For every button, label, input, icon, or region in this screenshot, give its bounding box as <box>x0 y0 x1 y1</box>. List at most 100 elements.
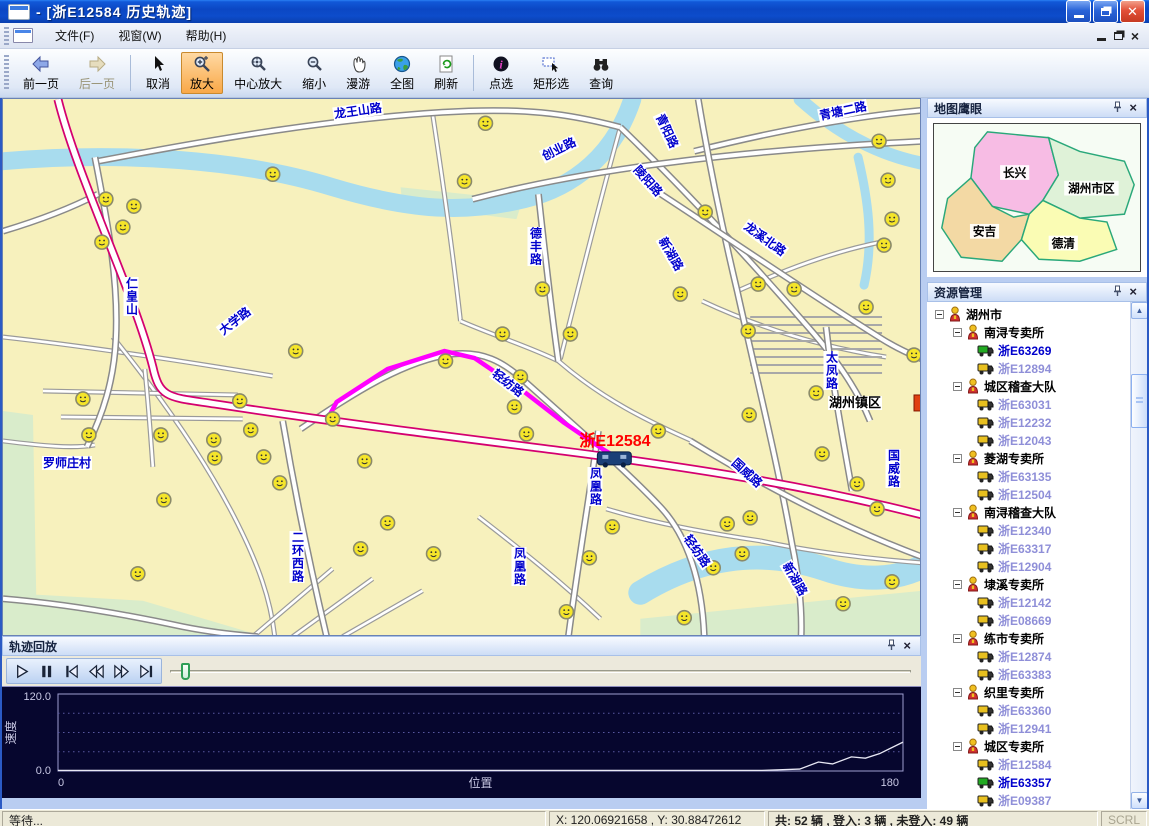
vehicle-marker[interactable] <box>326 412 340 426</box>
vehicle-marker[interactable] <box>95 235 109 249</box>
vehicle-marker[interactable] <box>381 516 395 530</box>
tree-vehicle-label[interactable]: 浙E12340 <box>998 522 1051 539</box>
vehicle-marker[interactable] <box>881 173 895 187</box>
tree-vehicle-label[interactable]: 浙E12904 <box>998 558 1051 575</box>
mdi-minimize-icon[interactable] <box>1097 38 1106 41</box>
tree-root-label[interactable]: 湖州市 <box>966 306 1002 323</box>
tree-group-label[interactable]: 练市专卖所 <box>984 630 1044 647</box>
toolbar-grip[interactable] <box>4 55 9 91</box>
tree-expander-icon[interactable] <box>935 310 944 319</box>
toolbar-button-globe[interactable]: 全图 <box>381 52 423 94</box>
tree-expander-icon[interactable] <box>953 580 962 589</box>
vehicle-marker[interactable] <box>257 450 271 464</box>
tree-vehicle-label[interactable]: 浙E63317 <box>998 540 1051 557</box>
vehicle-marker[interactable] <box>207 433 221 447</box>
tree-vehicle-label[interactable]: 浙E12894 <box>998 360 1051 377</box>
vehicle-marker[interactable] <box>458 174 472 188</box>
vehicle-marker[interactable] <box>519 427 533 441</box>
tree-vehicle-label[interactable]: 浙E08669 <box>998 612 1051 629</box>
tree-vehicle-label[interactable]: 浙E12142 <box>998 594 1051 611</box>
vehicle-marker[interactable] <box>872 134 886 148</box>
tree-vehicle-label[interactable]: 浙E12584 <box>998 756 1051 773</box>
tree-expander-icon[interactable] <box>953 382 962 391</box>
playback-fast-forward-button[interactable] <box>109 660 134 682</box>
mdi-restore-icon[interactable] <box>1114 32 1123 40</box>
vehicle-marker[interactable] <box>535 282 549 296</box>
tree-expander-icon[interactable] <box>953 454 962 463</box>
vehicle-marker[interactable] <box>877 238 891 252</box>
vehicle-marker[interactable] <box>76 392 90 406</box>
vehicle-marker[interactable] <box>582 551 596 565</box>
tree-expander-icon[interactable] <box>953 742 962 751</box>
vehicle-marker[interactable] <box>673 287 687 301</box>
playback-slider[interactable] <box>166 658 913 684</box>
toolbar-button-binoculars[interactable]: 查询 <box>580 52 622 94</box>
scroll-up-icon[interactable]: ▲ <box>1131 302 1147 319</box>
vehicle-marker[interactable] <box>244 423 258 437</box>
toolbar-button-rect-select[interactable]: 矩形选 <box>524 52 578 94</box>
vehicle-marker[interactable] <box>116 220 130 234</box>
toolbar-button-hand[interactable]: 漫游 <box>337 52 379 94</box>
toolbar-button-cursor[interactable]: 取消 <box>137 52 179 94</box>
vehicle-marker[interactable] <box>478 116 492 130</box>
mdi-child-icon[interactable] <box>13 28 33 43</box>
tree-group-label[interactable]: 城区专卖所 <box>984 738 1044 755</box>
vehicle-marker[interactable] <box>859 300 873 314</box>
vehicle-marker[interactable] <box>208 451 222 465</box>
menu-window[interactable]: 视窗(W) <box>106 23 173 48</box>
close-button[interactable]: ✕ <box>1120 0 1145 23</box>
playback-play-button[interactable] <box>9 660 34 682</box>
menu-help[interactable]: 帮助(H) <box>174 23 239 48</box>
vehicle-marker[interactable] <box>742 408 756 422</box>
vehicle-marker[interactable] <box>743 511 757 525</box>
playback-step-first-button[interactable] <box>59 660 84 682</box>
vehicle-marker[interactable] <box>233 394 247 408</box>
tree-vehicle-label[interactable]: 浙E63360 <box>998 702 1051 719</box>
tree-vehicle-label[interactable]: 浙E12941 <box>998 720 1051 737</box>
vehicle-marker[interactable] <box>720 517 734 531</box>
vehicle-marker[interactable] <box>266 167 280 181</box>
tree-expander-icon[interactable] <box>953 508 962 517</box>
scrollbar-thumb[interactable] <box>1131 374 1147 428</box>
pin-icon[interactable] <box>1109 101 1126 115</box>
tree-vehicle-label[interactable]: 浙E63269 <box>998 342 1051 359</box>
mdi-close-icon[interactable]: × <box>1131 31 1139 41</box>
playback-step-last-button[interactable] <box>134 660 159 682</box>
vehicle-marker[interactable] <box>99 192 113 206</box>
vehicle-marker[interactable] <box>358 454 372 468</box>
vehicle-marker[interactable] <box>850 477 864 491</box>
close-icon[interactable]: × <box>1126 286 1140 298</box>
vehicle-marker[interactable] <box>495 327 509 341</box>
eagle-eye-map[interactable]: 长兴湖州市区安吉德清 <box>933 123 1141 272</box>
tree-group-label[interactable]: 南浔稽查大队 <box>984 504 1056 521</box>
minimize-button[interactable] <box>1066 0 1091 23</box>
map-canvas[interactable]: 龙王山路青阳路陵阳路青塘二路创业路新湖路大学路仁皇山德丰路龙溪北路轻纺路太凤路国… <box>2 98 921 636</box>
tree-expander-icon[interactable] <box>953 634 962 643</box>
menubar-grip[interactable] <box>4 27 9 45</box>
vehicle-marker[interactable] <box>735 547 749 561</box>
playback-rewind-button[interactable] <box>84 660 109 682</box>
vehicle-marker[interactable] <box>127 199 141 213</box>
vehicle-marker[interactable] <box>836 597 850 611</box>
vehicle-marker[interactable] <box>787 282 801 296</box>
tree-vehicle-label[interactable]: 浙E09387 <box>998 792 1051 809</box>
toolbar-button-info[interactable]: i点选 <box>480 52 522 94</box>
vehicle-marker[interactable] <box>507 400 521 414</box>
vehicle-marker[interactable] <box>289 344 303 358</box>
eagle-region[interactable] <box>1043 138 1134 218</box>
tree-vehicle-label[interactable]: 浙E63357 <box>998 774 1051 791</box>
close-icon[interactable]: × <box>1126 102 1140 114</box>
close-icon[interactable]: × <box>900 640 914 652</box>
slider-thumb[interactable] <box>181 663 190 680</box>
vehicle-marker[interactable] <box>82 428 96 442</box>
vehicle-marker[interactable] <box>741 324 755 338</box>
tree-vehicle-label[interactable]: 浙E63031 <box>998 396 1051 413</box>
vehicle-marker[interactable] <box>559 605 573 619</box>
tree-vehicle-label[interactable]: 浙E12874 <box>998 648 1051 665</box>
toolbar-button-arrow-left[interactable]: 前一页 <box>14 52 68 94</box>
vehicle-marker[interactable] <box>563 327 577 341</box>
tree-group-label[interactable]: 菱湖专卖所 <box>984 450 1044 467</box>
tree-group-label[interactable]: 城区稽查大队 <box>984 378 1056 395</box>
scroll-down-icon[interactable]: ▼ <box>1131 792 1147 809</box>
vehicle-marker[interactable] <box>427 547 441 561</box>
